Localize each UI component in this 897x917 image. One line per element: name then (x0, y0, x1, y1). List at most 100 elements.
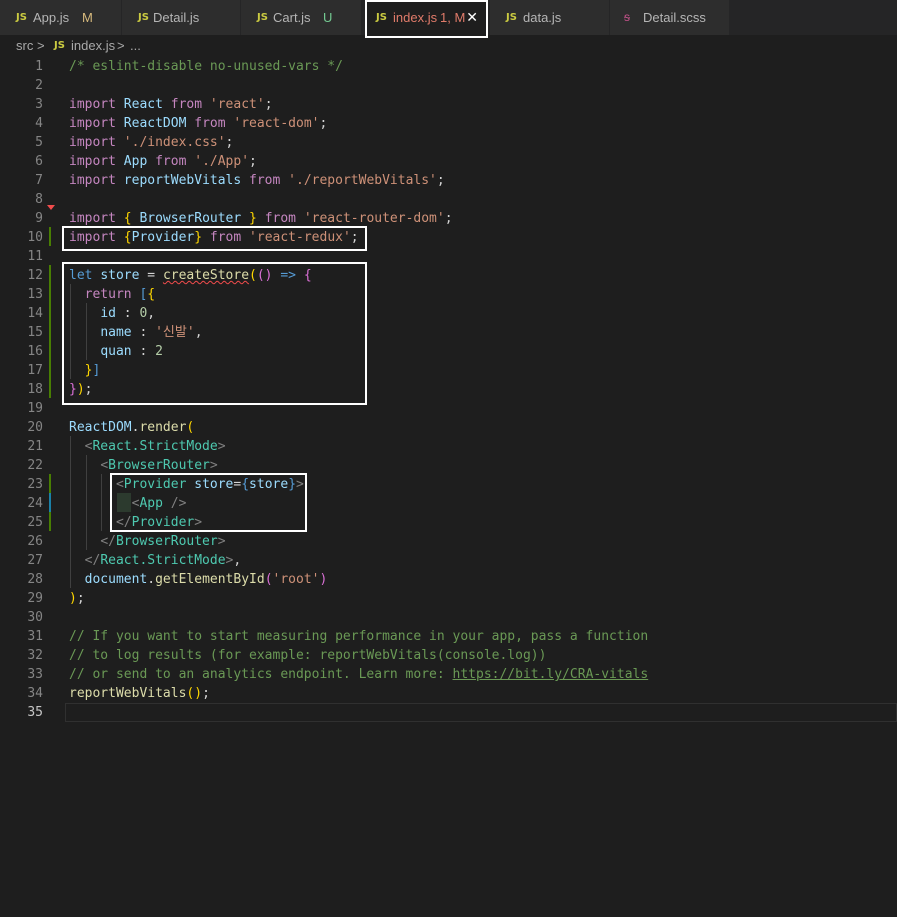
code-token: > (217, 534, 226, 549)
line-source: import reportWebVitals from './reportWeb… (69, 171, 445, 190)
code-line[interactable]: 12 let store = createStore(() => { (0, 266, 897, 285)
javascript-file-icon: JS (257, 12, 268, 23)
code-token: './reportWebVitals' (288, 173, 437, 188)
code-line[interactable]: 9 import { BrowserRouter } from 'react-ro… (0, 209, 897, 228)
code-line[interactable]: 14 id : 0, (0, 304, 897, 323)
code-line[interactable]: 30 (0, 608, 897, 627)
code-token: import (69, 173, 116, 188)
code-line[interactable]: 35 (0, 703, 897, 722)
code-line[interactable]: 34 reportWebVitals(); (0, 684, 897, 703)
code-line[interactable]: 28 document.getElementById('root') (0, 570, 897, 589)
code-line[interactable]: 25 </Provider> (0, 513, 897, 532)
code-token: ; (319, 116, 328, 131)
tab-detail-js[interactable]: JS Detail.js (122, 0, 241, 35)
code-token: return (84, 287, 132, 302)
line-number: 12 (27, 268, 43, 283)
code-token: 'react-redux' (249, 230, 351, 245)
code-line[interactable]: 26 </BrowserRouter> (0, 532, 897, 551)
line-number: 33 (27, 667, 43, 682)
tab-app-js[interactable]: JS App.js M (0, 0, 122, 35)
code-token: () (256, 268, 273, 283)
code-line[interactable]: 29); (0, 589, 897, 608)
code-token: 'react' (209, 97, 265, 112)
code-line[interactable]: 22 <BrowserRouter> (0, 456, 897, 475)
breadcrumb-symbol[interactable]: ... (130, 35, 141, 57)
line-source: import './index.css'; (69, 133, 233, 152)
code-line[interactable]: 23 <Provider store={store}> (0, 475, 897, 494)
line-number: 25 (27, 515, 43, 530)
tab-cart-js[interactable]: JS Cart.js U (241, 0, 362, 35)
code-line[interactable]: 27 </React.StrictMode>, (0, 551, 897, 570)
breadcrumb-file[interactable]: index.js (71, 35, 115, 57)
code-line[interactable]: 21 <React.StrictMode> (0, 437, 897, 456)
line-source: import React from 'react'; (69, 95, 273, 114)
code-line[interactable]: 31 // If you want to start measuring perf… (0, 627, 897, 646)
code-line[interactable]: 18}); (0, 380, 897, 399)
code-line[interactable]: 3 import React from 'react'; (0, 95, 897, 114)
line-source: ReactDOM.render( (69, 418, 194, 437)
line-source: document.getElementById('root') (69, 570, 328, 589)
code-token: Provider (131, 515, 195, 530)
code-line[interactable]: 7 import reportWebVitals from './reportWe… (0, 171, 897, 190)
tab-detail-scss[interactable]: ᵴ Detail.scss (610, 0, 730, 35)
code-token: < (115, 477, 124, 492)
code-line[interactable]: 10 import {Provider} from 'react-redux'; (0, 228, 897, 247)
code-line[interactable]: 17 }] (0, 361, 897, 380)
code-token: > (209, 458, 218, 473)
code-token: => (280, 268, 296, 283)
code-line[interactable]: 1 /* eslint-disable no-unused-vars */ (0, 57, 897, 76)
tab-label: Cart.js (273, 10, 311, 25)
javascript-file-icon: JS (138, 12, 149, 23)
code-token: from (264, 211, 296, 226)
close-icon[interactable]: ✕ (466, 0, 478, 35)
line-number: 27 (27, 553, 43, 568)
code-token: { (241, 477, 250, 492)
code-token: } (249, 211, 257, 226)
line-number: 21 (27, 439, 43, 454)
code-token: import (69, 230, 116, 245)
line-number: 24 (27, 496, 43, 511)
code-line[interactable]: 15 name : '신발', (0, 323, 897, 342)
line-source: // to log results (for example: reportWe… (69, 646, 546, 665)
code-line[interactable]: 32 // to log results (for example: report… (0, 646, 897, 665)
line-source: reportWebVitals(); (69, 684, 210, 703)
line-number: 35 (27, 705, 43, 720)
code-line[interactable]: 19 (0, 399, 897, 418)
line-number: 26 (27, 534, 43, 549)
code-line[interactable]: 11 (0, 247, 897, 266)
line-source: id : 0, (69, 304, 155, 323)
javascript-file-icon: JS (16, 12, 27, 23)
line-number: 34 (27, 686, 43, 701)
code-line[interactable]: 16 quan : 2 (0, 342, 897, 361)
code-line[interactable]: 24 <App /> (0, 494, 897, 513)
code-line[interactable]: 33 // or send to an analytics endpoint. L… (0, 665, 897, 684)
line-number: 5 (35, 135, 43, 150)
line-number: 20 (27, 420, 43, 435)
code-token: App (123, 154, 148, 169)
line-number: 2 (35, 78, 43, 93)
code-line[interactable]: 2 (0, 76, 897, 95)
code-line[interactable]: 5 import './index.css'; (0, 133, 897, 152)
code-line[interactable]: 4 import ReactDOM from 'react-dom'; (0, 114, 897, 133)
code-token: 'root' (272, 572, 320, 587)
code-token: ; (76, 591, 85, 606)
code-token: { (303, 268, 312, 283)
code-token: ReactDOM (123, 116, 187, 131)
tab-index-js[interactable]: JS index.js 1, M ✕ (365, 0, 487, 35)
code-line[interactable]: 6 import App from './App'; (0, 152, 897, 171)
breadcrumb-folder[interactable]: src (16, 35, 33, 57)
line-source: import ReactDOM from 'react-dom'; (69, 114, 327, 133)
code-line[interactable]: 8 (0, 190, 897, 209)
code-line[interactable]: 20 ReactDOM.render( (0, 418, 897, 437)
code-line[interactable]: 13 return [{ (0, 285, 897, 304)
tab-data-js[interactable]: JS data.js (490, 0, 610, 35)
